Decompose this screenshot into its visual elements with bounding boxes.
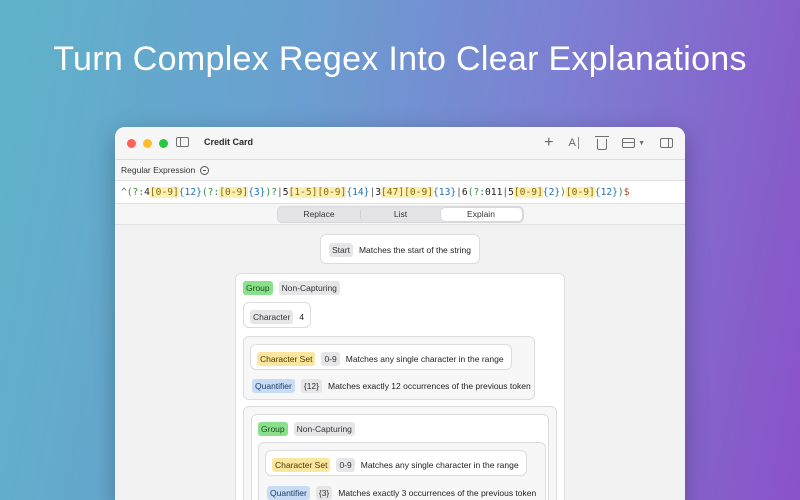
toolbar: + A │ ▼ [544,134,673,152]
range-chip: 0-9 [321,352,340,366]
text-cursor-glyph: │ [575,137,583,149]
group-node: Group Non-Capturing Character 4 Characte… [235,273,565,500]
optional-group-node: Group Non-Capturing Character Set 0-9 Ma… [243,406,557,500]
text-size-icon[interactable]: A │ [568,137,582,149]
regex-token: {14} [346,186,370,198]
character-node: Character 4 [243,302,311,328]
inner-character-set-description: Matches any single character in the rang… [360,460,519,470]
character-value: 4 [299,312,305,322]
regex-header: Regular Expression [115,160,685,180]
trash-icon[interactable] [595,135,610,150]
tab-explain[interactable]: Explain [440,207,522,221]
regex-input[interactable]: ^ (?: 4 [0-9] {12} (?: [0-9] {3})? | 5 [1-5] [0-9]{… [115,180,685,204]
inner-quantified-set-node: Character Set 0-9 Matches any single cha… [258,442,546,500]
inner-group-type-chip: Non-Capturing [293,422,355,436]
quantifier-chip: Quantifier [252,379,295,393]
character-chip: Character [250,310,294,324]
explain-panel: Start Matches the start of the string Gr… [115,225,685,500]
window-controls [127,138,168,148]
regex-token: (?: [467,186,486,198]
minimize-button[interactable] [143,138,152,148]
inner-group-chip: Group [258,422,288,436]
regex-token: [0-9] [513,186,543,198]
quantifier-description: Matches exactly 12 occurrences of the pr… [328,381,531,391]
inner-character-set-chip: Character Set [272,458,331,472]
regex-token: {13} [433,186,457,198]
close-button[interactable] [127,138,136,148]
regex-token: )? [265,186,277,198]
layout-icon [622,138,636,148]
regex-token: (?: [126,186,145,198]
inner-group-node: Group Non-Capturing Character Set 0-9 Ma… [251,414,549,500]
text-size-glyph: A [568,137,576,149]
group-chip: Group [243,281,273,295]
chevron-down-icon: ▼ [638,139,645,147]
character-set-description: Matches any single character in the rang… [345,354,504,364]
regex-label: Regular Expression [121,165,196,175]
plus-icon[interactable]: + [544,135,553,151]
layout-menu-button[interactable]: ▼ [622,138,645,148]
quantifier-value-chip: {12} [300,379,322,393]
inner-quantifier-value-chip: {3} [315,486,333,500]
start-chip: Start [329,243,353,257]
start-description: Matches the start of the string [358,245,471,255]
mode-switcher: Replace List Explain [276,205,524,223]
regex-token: {3} [248,186,266,198]
sidebar-icon[interactable] [176,137,189,147]
regex-token: {12} [594,186,618,198]
zoom-button[interactable] [159,138,168,148]
quantified-set-node: Character Set 0-9 Matches any single cha… [243,336,535,400]
regex-token: [1-5] [288,186,318,198]
inspector-icon[interactable] [660,138,673,148]
mode-switcher-row: Replace List Explain [115,204,685,225]
start-node: Start Matches the start of the string [320,234,480,264]
character-set-chip: Character Set [257,352,316,366]
regex-token: [0-9] [219,186,249,198]
regex-token: [0-9] [565,186,595,198]
regex-token: 011 [485,186,503,198]
minus-circle-icon[interactable] [200,165,210,175]
app-window: Credit Card + A │ ▼ Regular Expression ^(… [115,127,685,500]
inner-quantifier-description: Matches exactly 3 occurrences of the pre… [338,488,537,498]
regex-token: {2} [542,186,561,198]
regex-token: {12} [178,186,202,198]
inner-character-set-node: Character Set 0-9 Matches any single cha… [265,450,527,476]
tab-list[interactable]: List [359,207,441,221]
title-bar: Credit Card + A │ ▼ [115,127,685,160]
regex-token: [47] [381,186,405,198]
regex-token: (?: [201,186,220,198]
window-title: Credit Card [204,137,254,147]
group-type-chip: Non-Capturing [278,281,340,295]
character-set-node: Character Set 0-9 Matches any single cha… [250,344,512,370]
tab-replace[interactable]: Replace [279,208,360,221]
inner-quantifier-chip: Quantifier [267,486,310,500]
regex-token: $ [623,186,630,198]
regex-token: [0-9] [317,186,347,198]
regex-token: [0-9] [149,186,179,198]
regex-token: [0-9] [404,186,434,198]
inner-range-chip: 0-9 [336,458,355,472]
headline: Turn Complex Regex Into Clear Explanatio… [53,40,747,78]
